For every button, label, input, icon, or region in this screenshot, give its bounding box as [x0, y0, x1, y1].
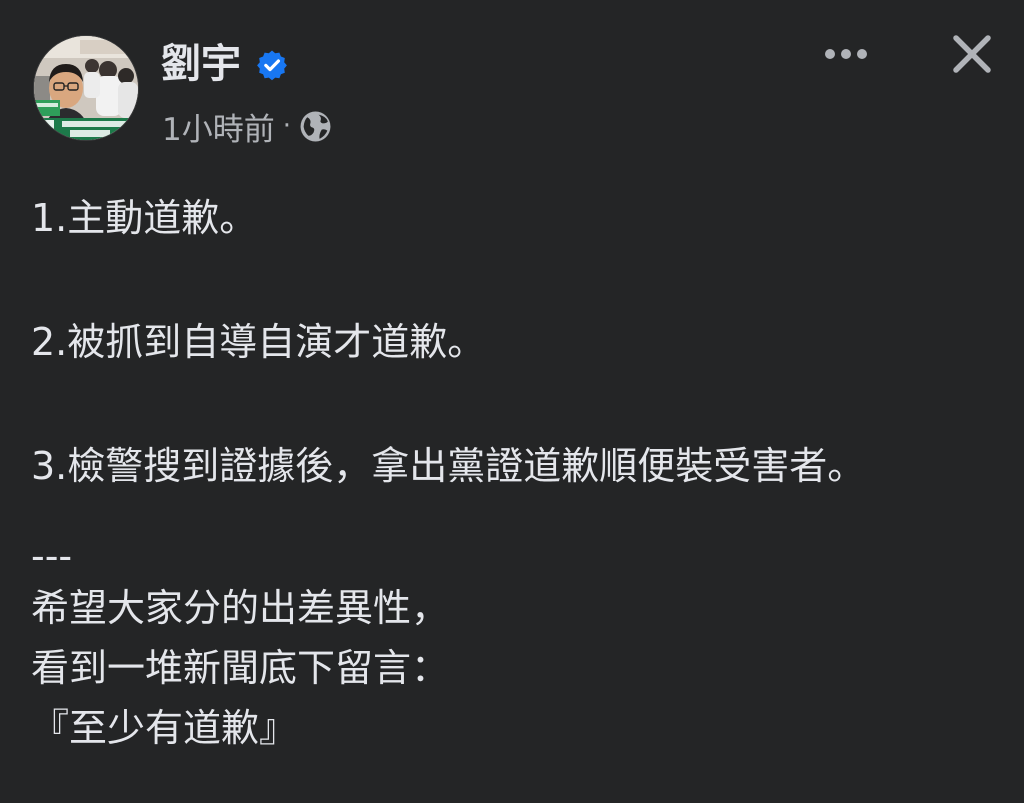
meta-separator: · [282, 111, 291, 141]
avatar[interactable] [33, 35, 139, 141]
post-meta: 1小時前 · [162, 104, 332, 149]
post-line-divider: --- [31, 534, 73, 578]
close-button[interactable] [944, 26, 1000, 82]
avatar-photo [34, 36, 138, 140]
verified-badge-icon [257, 50, 287, 81]
post-line-item1: 1.主動道歉。 [31, 196, 258, 240]
post-line-item3: 3.檢警搜到證據後，拿出黨證道歉順便裝受害者。 [31, 444, 866, 488]
post-line-para2: 看到一堆新聞底下留言： [31, 646, 450, 690]
timestamp[interactable]: 1小時前 [162, 104, 275, 149]
globe-icon[interactable] [299, 110, 332, 143]
post-text: 1.主動道歉。 2.被抓到自導自演才道歉。 3.檢警搜到證據後，拿出黨證道歉順便… [31, 188, 991, 758]
post-line-para1: 希望大家分的出差異性， [31, 586, 450, 630]
author-name[interactable]: 劉宇 [161, 38, 241, 90]
more-dots-icon [825, 49, 867, 59]
close-icon [953, 35, 991, 73]
more-options-button[interactable] [816, 34, 876, 74]
post-line-item2: 2.被抓到自導自演才道歉。 [31, 320, 486, 364]
post-line-para3: 『至少有道歉』 [31, 706, 298, 750]
